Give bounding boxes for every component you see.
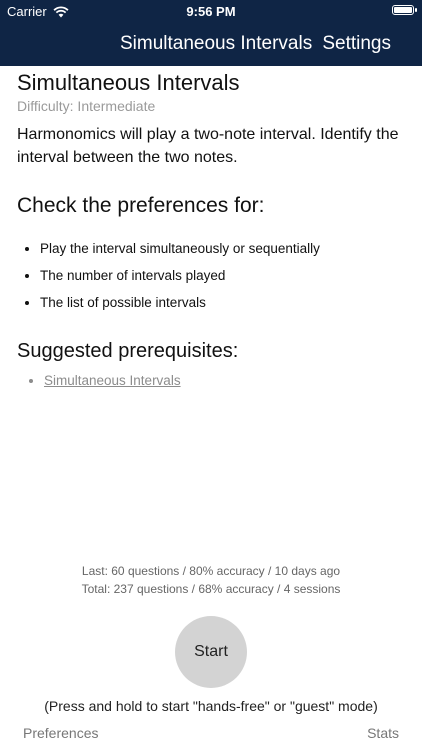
list-item: The number of intervals played xyxy=(40,262,407,289)
battery-icon xyxy=(392,5,417,15)
exercise-title: Simultaneous Intervals xyxy=(17,70,240,95)
list-item: The list of possible intervals xyxy=(40,289,407,316)
start-button[interactable]: Start xyxy=(175,616,247,688)
total-stats: Total: 237 questions / 68% accuracy / 4 … xyxy=(81,582,341,596)
prerequisites-heading: Suggested prerequisites: xyxy=(17,340,239,362)
list-item: Simultaneous Intervals xyxy=(44,373,407,388)
difficulty-label: Difficulty: Intermediate xyxy=(17,98,156,114)
battery-fill xyxy=(394,7,412,13)
navigation-bar: Carrier 9:56 PM Simultaneous Intervals S… xyxy=(0,0,422,66)
nav-title: Simultaneous Intervals xyxy=(120,33,313,54)
start-hint: (Press and hold to start "hands-free" or… xyxy=(44,698,378,714)
last-session-stats: Last: 60 questions / 80% accuracy / 10 d… xyxy=(81,564,341,578)
prerequisites-list: Simultaneous Intervals xyxy=(17,373,407,388)
status-time: 9:56 PM xyxy=(186,4,236,19)
preferences-list: Play the interval simultaneously or sequ… xyxy=(17,235,407,316)
stats-button[interactable]: Stats xyxy=(367,725,399,741)
exercise-content: Simultaneous Intervals Difficulty: Inter… xyxy=(17,66,407,388)
list-item: Play the interval simultaneously or sequ… xyxy=(40,235,407,262)
session-stats: Last: 60 questions / 80% accuracy / 10 d… xyxy=(0,562,422,598)
exercise-description: Harmonomics will play a two-note interva… xyxy=(17,126,399,166)
status-bar: Carrier 9:56 PM xyxy=(0,0,422,22)
preferences-heading: Check the preferences for: xyxy=(17,194,265,217)
preferences-button[interactable]: Preferences xyxy=(23,725,98,741)
prerequisite-link[interactable]: Simultaneous Intervals xyxy=(44,373,181,388)
settings-button[interactable]: Settings xyxy=(322,33,391,55)
